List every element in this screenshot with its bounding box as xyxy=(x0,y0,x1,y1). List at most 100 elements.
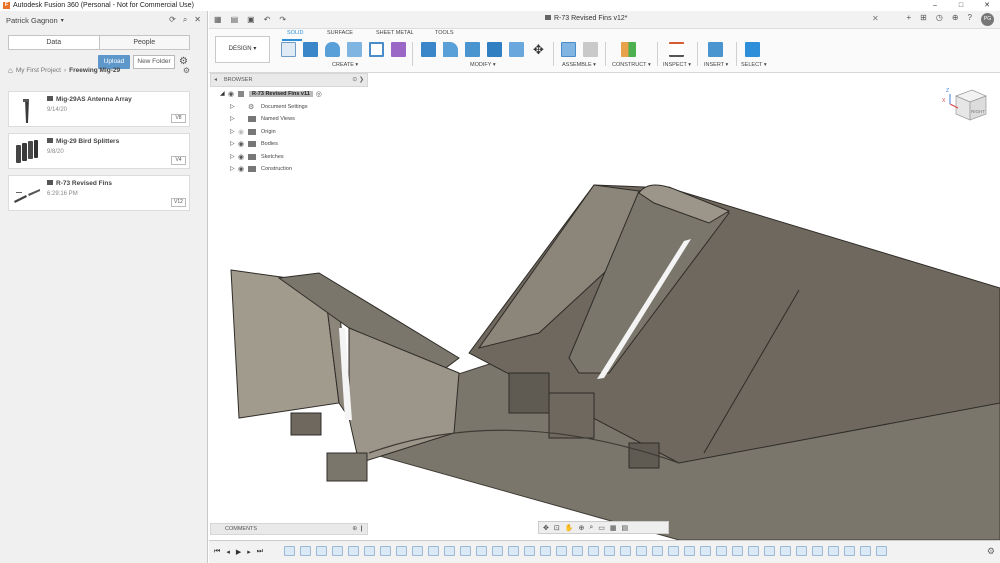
project-settings-icon[interactable]: ⚙ xyxy=(183,66,190,75)
timeline-feature[interactable] xyxy=(812,546,823,556)
file-item[interactable]: Mig-29AS Antenna Array 9/14/20 V8 xyxy=(8,91,190,127)
file-menu-icon[interactable]: ▤ xyxy=(231,15,239,24)
collapse-toggle-icon[interactable]: ◂ xyxy=(214,76,217,83)
timeline-feature[interactable] xyxy=(860,546,871,556)
user-name-dropdown[interactable]: Patrick Gagnon xyxy=(6,16,58,25)
activate-radio-icon[interactable]: ◎ xyxy=(316,90,322,98)
eye-hidden-icon[interactable]: ◉ xyxy=(238,128,248,136)
box-icon[interactable] xyxy=(369,42,384,57)
close-button[interactable]: ✕ xyxy=(974,0,1000,11)
minimize-button[interactable]: – xyxy=(922,0,948,11)
play-icon[interactable]: ▶ xyxy=(236,548,241,556)
timeline-feature[interactable] xyxy=(684,546,695,556)
eye-icon[interactable]: ◉ xyxy=(238,153,248,161)
search-icon[interactable]: ⌕ xyxy=(183,15,187,25)
timeline-feature[interactable] xyxy=(636,546,647,556)
tab-people[interactable]: People xyxy=(100,36,190,49)
timeline-feature[interactable] xyxy=(652,546,663,556)
tree-node[interactable]: ▷ ◉ Sketches xyxy=(230,151,284,162)
maximize-button[interactable]: □ xyxy=(948,0,974,11)
timeline-feature[interactable] xyxy=(316,546,327,556)
tree-root[interactable]: ◢ ◉ R-73 Revised Fins v11 ◎ xyxy=(220,88,322,99)
home-icon[interactable]: ⌂ xyxy=(8,66,13,75)
viewports-icon[interactable]: ▤ xyxy=(622,524,629,532)
group-assemble[interactable]: ASSEMBLE ▾ xyxy=(562,62,596,68)
display-settings-icon[interactable]: ▭ xyxy=(598,524,605,532)
timeline-feature[interactable] xyxy=(380,546,391,556)
timeline-feature[interactable] xyxy=(508,546,519,556)
go-to-end-icon[interactable]: ⏭ xyxy=(257,548,263,556)
joint-icon[interactable] xyxy=(583,42,598,57)
group-inspect[interactable]: INSPECT ▾ xyxy=(663,62,691,68)
chamfer-icon[interactable] xyxy=(465,42,480,57)
version-badge[interactable]: V12 xyxy=(171,198,186,207)
save-icon[interactable]: ▣ xyxy=(247,15,255,24)
measure-icon[interactable] xyxy=(669,42,684,57)
timeline-feature[interactable] xyxy=(876,546,887,556)
orbit-icon[interactable]: ✥ xyxy=(543,524,549,532)
refresh-icon[interactable]: ⟳ xyxy=(169,15,176,25)
eye-icon[interactable]: ◉ xyxy=(238,165,248,173)
notifications-icon[interactable]: ⊕ xyxy=(952,13,959,26)
timeline-feature[interactable] xyxy=(588,546,599,556)
expand-arrow-icon[interactable]: ▷ xyxy=(230,103,238,110)
timeline-feature[interactable] xyxy=(396,546,407,556)
timeline-feature[interactable] xyxy=(828,546,839,556)
create-form-icon[interactable] xyxy=(391,42,406,57)
timeline-settings-icon[interactable]: ⚙ xyxy=(987,546,995,557)
tree-node[interactable]: ▷ ◉ Origin xyxy=(230,126,276,137)
look-at-icon[interactable]: ⊡ xyxy=(554,524,560,532)
group-create[interactable]: CREATE ▾ xyxy=(332,62,358,68)
group-construct[interactable]: CONSTRUCT ▾ xyxy=(612,62,651,68)
timeline-feature[interactable] xyxy=(364,546,375,556)
timeline-feature[interactable] xyxy=(444,546,455,556)
timeline-feature[interactable] xyxy=(300,546,311,556)
timeline-feature[interactable] xyxy=(348,546,359,556)
timeline-feature[interactable] xyxy=(668,546,679,556)
grid-menu-icon[interactable]: ▦ xyxy=(214,15,222,24)
tab-surface[interactable]: SURFACE xyxy=(327,30,353,36)
close-panel-icon[interactable]: ✕ xyxy=(194,15,201,25)
extrude-icon[interactable] xyxy=(303,42,318,57)
new-tab-icon[interactable]: + xyxy=(906,13,911,26)
timeline-feature[interactable] xyxy=(284,546,295,556)
pin-icon[interactable]: ⊙ ❯ xyxy=(352,76,364,83)
avatar[interactable]: PG xyxy=(981,13,994,26)
press-pull-icon[interactable] xyxy=(421,42,436,57)
job-status-icon[interactable]: ◷ xyxy=(936,13,943,26)
timeline-feature[interactable] xyxy=(796,546,807,556)
version-badge[interactable]: V8 xyxy=(171,114,186,123)
tree-node[interactable]: ▷ ◉ Named Views xyxy=(230,113,295,124)
eye-icon[interactable]: ◉ xyxy=(228,90,238,98)
timeline-feature[interactable] xyxy=(460,546,471,556)
close-tab-icon[interactable]: ✕ xyxy=(872,14,879,23)
pan-icon[interactable]: ✋ xyxy=(565,524,574,532)
canvas-viewport[interactable] xyxy=(209,73,1000,540)
timeline-feature[interactable] xyxy=(732,546,743,556)
expand-arrow-icon[interactable]: ▷ xyxy=(230,165,238,172)
timeline-feature[interactable] xyxy=(332,546,343,556)
timeline-feature[interactable] xyxy=(524,546,535,556)
timeline-feature[interactable] xyxy=(844,546,855,556)
timeline-feature[interactable] xyxy=(540,546,551,556)
go-to-start-icon[interactable]: ⏮ xyxy=(214,548,220,556)
help-icon[interactable]: ? xyxy=(968,13,972,26)
tab-solid[interactable]: SOLID xyxy=(287,30,304,36)
file-item[interactable]: Mig-29 Bird Splitters 9/8/20 V4 xyxy=(8,133,190,169)
expand-arrow-icon[interactable]: ▷ xyxy=(230,140,238,147)
extensions-icon[interactable]: ⊞ xyxy=(920,13,927,26)
version-badge[interactable]: V4 xyxy=(171,156,186,165)
grid-settings-icon[interactable]: ▦ xyxy=(610,524,617,532)
timeline-feature[interactable] xyxy=(492,546,503,556)
timeline-feature[interactable] xyxy=(556,546,567,556)
timeline-feature[interactable] xyxy=(780,546,791,556)
combine-icon[interactable] xyxy=(509,42,524,57)
tree-node[interactable]: ▷ ◉ Construction xyxy=(230,163,292,174)
insert-image-icon[interactable] xyxy=(708,42,723,57)
document-tab[interactable]: R-73 Revised Fins v12* xyxy=(545,15,628,22)
offset-plane-icon[interactable] xyxy=(621,42,636,57)
step-back-icon[interactable]: ◂ xyxy=(226,548,230,556)
browser-panel-header[interactable]: ◂ BROWSER ⊙ ❯ xyxy=(210,73,368,87)
undo-icon[interactable]: ↶ xyxy=(264,15,271,24)
revolve-icon[interactable] xyxy=(325,42,340,57)
